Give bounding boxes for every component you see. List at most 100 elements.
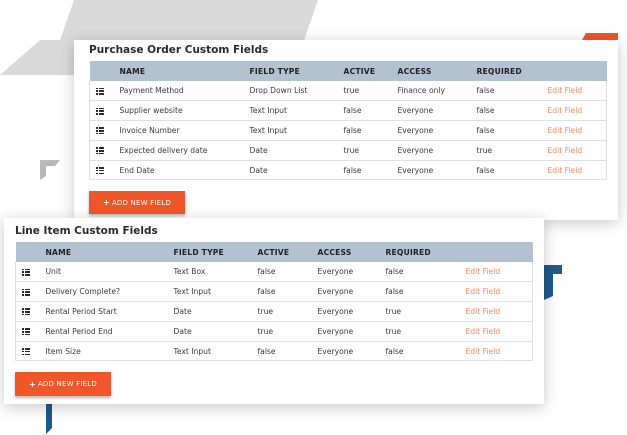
field-type: Drop Down List xyxy=(249,81,344,102)
edit-field-link[interactable]: Edit Field xyxy=(466,307,501,316)
field-name: Delivery Complete? xyxy=(45,281,174,303)
edit-field-link[interactable]: Edit Field xyxy=(548,166,583,175)
table-row: End Date Date false Everyone false Edit … xyxy=(89,160,607,181)
field-name: Rental Period Start xyxy=(45,301,174,322)
line-item-title: Line Item Custom Fields xyxy=(15,225,158,237)
table-row: Rental Period Start Date true Everyone t… xyxy=(15,301,533,322)
column-header-active[interactable]: ACTIVE xyxy=(257,242,318,262)
field-type: Text Input xyxy=(249,100,344,122)
table-row: Invoice Number Text Input false Everyone… xyxy=(89,120,607,141)
column-header-field-type[interactable]: FIELD TYPE xyxy=(173,242,258,262)
field-active: false xyxy=(257,341,318,362)
purchase-order-title: Purchase Order Custom Fields xyxy=(89,44,269,56)
field-required: false xyxy=(385,341,466,362)
field-name: Rental Period End xyxy=(45,321,174,342)
field-active: true xyxy=(257,301,318,322)
field-access: Everyone xyxy=(397,140,477,161)
column-header-active[interactable]: ACTIVE xyxy=(343,61,398,81)
column-header-actions xyxy=(465,242,533,262)
add-new-field-label: ADD NEW FIELD xyxy=(37,380,97,388)
drag-handle-icon[interactable] xyxy=(22,268,30,276)
drag-handle-icon[interactable] xyxy=(96,127,104,135)
column-header-access[interactable]: ACCESS xyxy=(397,61,477,81)
field-required: false xyxy=(476,120,548,141)
table-row: Payment Method Drop Down List true Finan… xyxy=(89,81,607,102)
field-access: Everyone xyxy=(397,120,477,141)
edit-field-link[interactable]: Edit Field xyxy=(548,86,583,95)
add-new-field-button[interactable]: + ADD NEW FIELD xyxy=(89,191,185,214)
field-name: Expected delivery date xyxy=(119,140,250,161)
table-row: Supplier website Text Input false Everyo… xyxy=(89,100,607,122)
field-required: true xyxy=(476,140,548,161)
drag-handle-icon[interactable] xyxy=(96,167,104,175)
column-header-name[interactable]: NAME xyxy=(119,61,250,81)
field-access: Everyone xyxy=(317,262,386,283)
table-row: Item Size Text Input false Everyone fals… xyxy=(15,341,533,362)
field-name: Payment Method xyxy=(119,81,250,102)
line-item-fields-card: Line Item Custom Fields NAME FIELD TYPE … xyxy=(4,218,544,404)
field-name: Item Size xyxy=(45,341,174,362)
field-access: Everyone xyxy=(317,301,386,322)
drag-handle-icon[interactable] xyxy=(22,328,30,336)
field-required: false xyxy=(385,281,466,303)
field-active: true xyxy=(343,140,398,161)
purchase-order-fields-table: NAME FIELD TYPE ACTIVE ACCESS REQUIRED P… xyxy=(89,61,607,181)
edit-field-link[interactable]: Edit Field xyxy=(466,347,501,356)
drag-handle-icon[interactable] xyxy=(22,308,30,316)
drag-handle-icon[interactable] xyxy=(96,107,104,115)
column-header-actions xyxy=(547,61,607,81)
edit-field-link[interactable]: Edit Field xyxy=(466,267,501,276)
drag-handle-icon[interactable] xyxy=(22,288,30,296)
column-header-field-type[interactable]: FIELD TYPE xyxy=(249,61,344,81)
edit-field-link[interactable]: Edit Field xyxy=(466,287,501,296)
edit-field-link[interactable]: Edit Field xyxy=(548,106,583,115)
column-header-required[interactable]: REQUIRED xyxy=(385,242,466,262)
field-required: true xyxy=(385,321,466,342)
table-header-row: NAME FIELD TYPE ACTIVE ACCESS REQUIRED xyxy=(89,61,607,81)
field-active: false xyxy=(343,120,398,141)
add-new-field-button[interactable]: + ADD NEW FIELD xyxy=(15,372,111,396)
field-required: true xyxy=(385,301,466,322)
field-active: false xyxy=(257,262,318,283)
field-type: Date xyxy=(249,140,344,161)
column-header-name[interactable]: NAME xyxy=(45,242,174,262)
plus-icon: + xyxy=(29,379,36,389)
field-type: Date xyxy=(173,321,258,342)
purchase-order-fields-card: Purchase Order Custom Fields NAME FIELD … xyxy=(74,40,618,220)
drag-handle-icon[interactable] xyxy=(22,348,30,356)
drag-handle-icon[interactable] xyxy=(96,147,104,155)
table-row: Rental Period End Date true Everyone tru… xyxy=(15,321,533,342)
field-active: false xyxy=(343,160,398,181)
drag-handle-icon[interactable] xyxy=(96,87,104,95)
field-access: Everyone xyxy=(317,321,386,342)
field-required: false xyxy=(385,262,466,283)
field-type: Text Input xyxy=(249,120,344,141)
field-type: Text Box xyxy=(173,262,258,283)
field-access: Everyone xyxy=(317,341,386,362)
plus-icon: + xyxy=(103,198,110,207)
field-active: true xyxy=(257,321,318,342)
edit-field-link[interactable]: Edit Field xyxy=(548,146,583,155)
edit-field-link[interactable]: Edit Field xyxy=(466,327,501,336)
column-header-access[interactable]: ACCESS xyxy=(317,242,386,262)
field-access: Everyone xyxy=(397,100,477,122)
column-header-required[interactable]: REQUIRED xyxy=(476,61,548,81)
add-new-field-label: ADD NEW FIELD xyxy=(111,198,171,207)
field-name: End Date xyxy=(119,160,250,181)
field-access: Everyone xyxy=(317,281,386,303)
field-name: Supplier website xyxy=(119,100,250,122)
line-item-fields-table: NAME FIELD TYPE ACTIVE ACCESS REQUIRED U… xyxy=(15,242,533,362)
field-required: false xyxy=(476,100,548,122)
field-type: Text Input xyxy=(173,281,258,303)
edit-field-link[interactable]: Edit Field xyxy=(548,126,583,135)
field-name: Invoice Number xyxy=(119,120,250,141)
field-access: Finance only xyxy=(397,81,477,102)
table-row: Expected delivery date Date true Everyon… xyxy=(89,140,607,161)
table-row: Unit Text Box false Everyone false Edit … xyxy=(15,262,533,283)
field-active: false xyxy=(343,100,398,122)
field-active: true xyxy=(343,81,398,102)
field-type: Text Input xyxy=(173,341,258,362)
field-required: false xyxy=(476,81,548,102)
field-required: false xyxy=(476,160,548,181)
field-access: Everyone xyxy=(397,160,477,181)
